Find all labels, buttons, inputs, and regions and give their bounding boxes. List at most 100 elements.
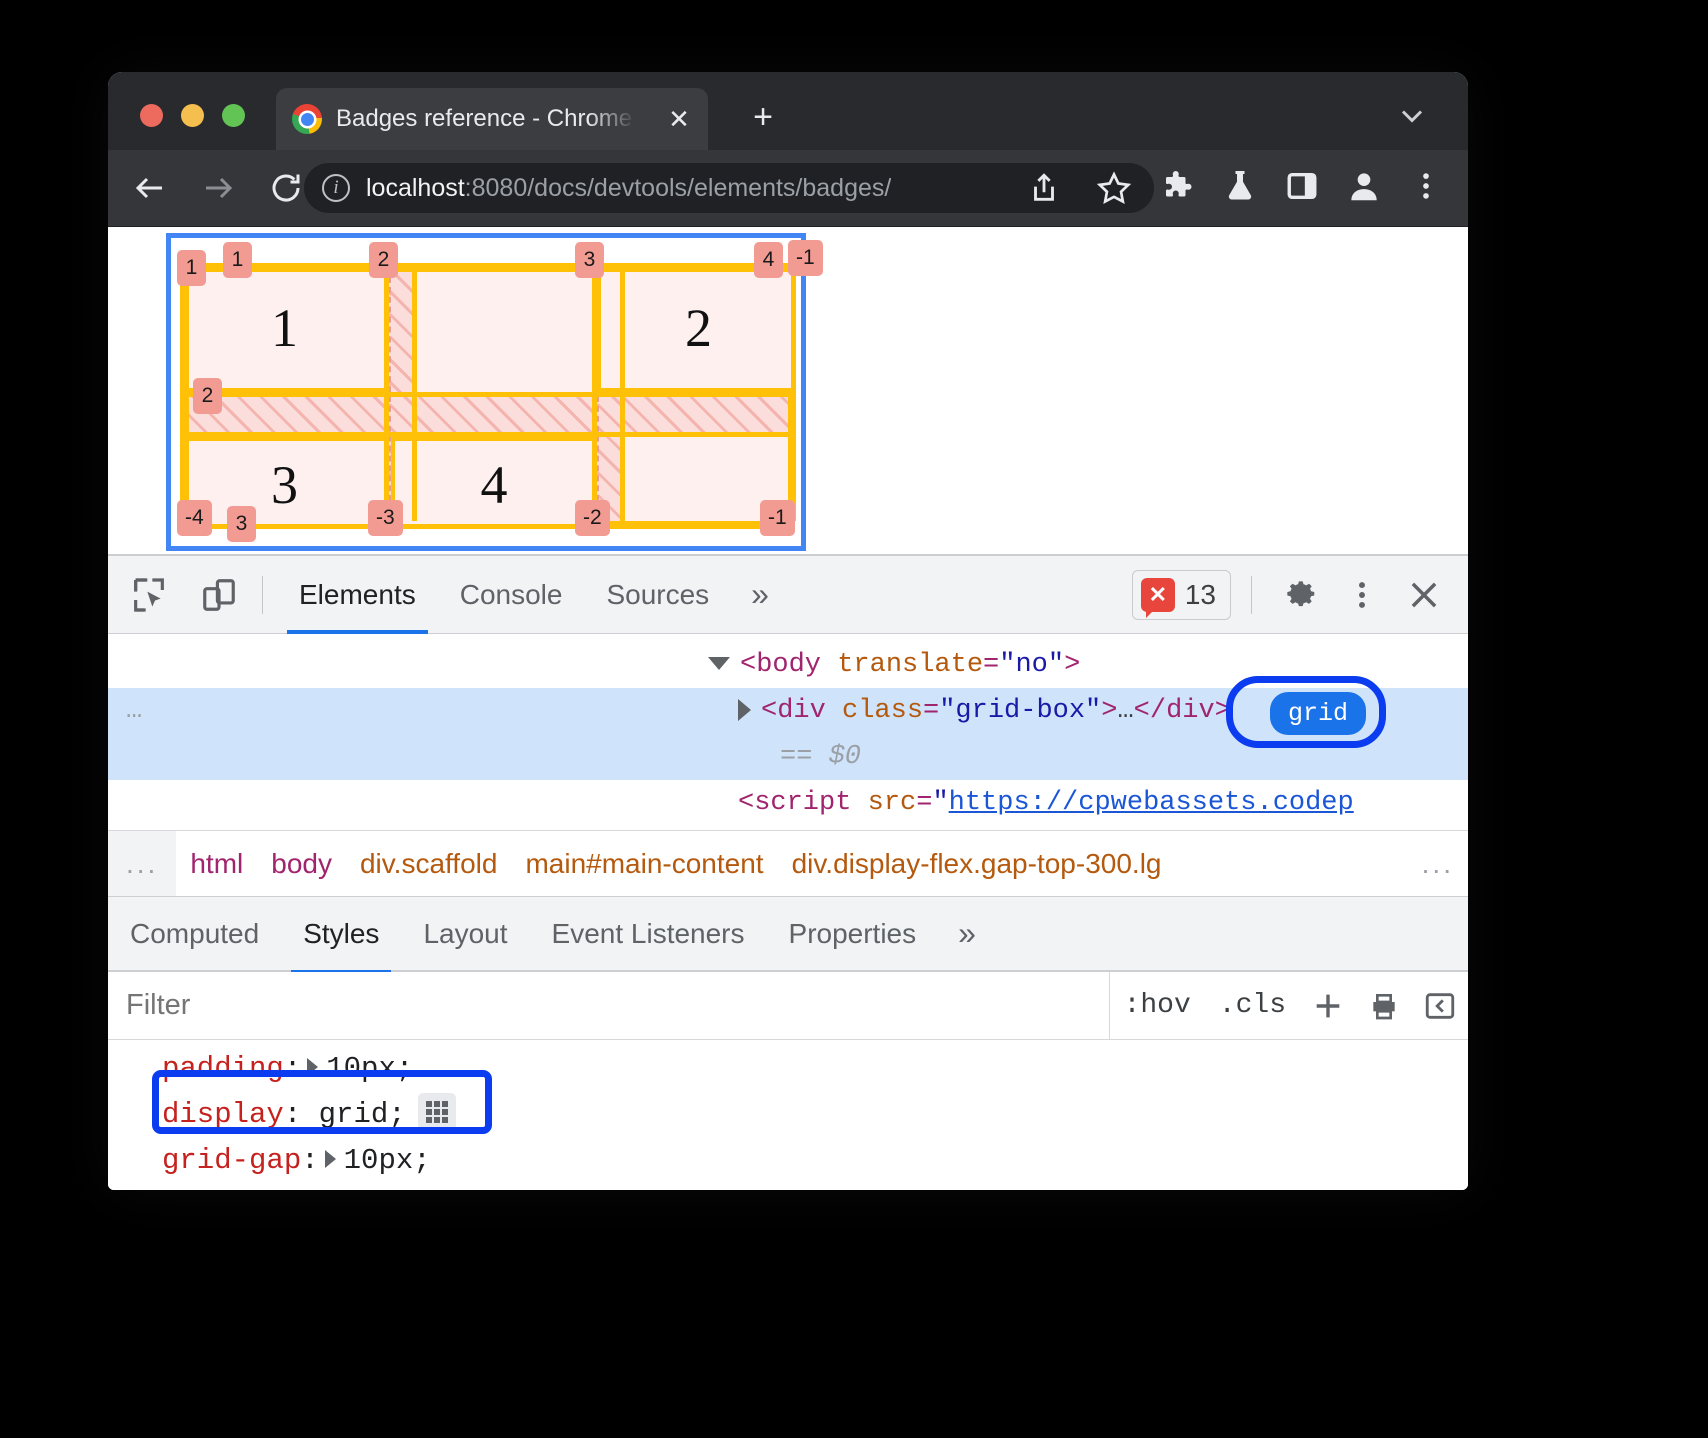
- dom-attr-quote: ": [932, 788, 948, 818]
- css-declaration-padding[interactable]: padding:10px;: [108, 1046, 1468, 1092]
- dom-row-grid-box[interactable]: …<div class="grid-box">…</div>: [108, 688, 1468, 734]
- css-property-value[interactable]: 10px;: [326, 1052, 413, 1085]
- three-dot-menu-icon[interactable]: [1334, 567, 1390, 623]
- error-x-icon: ✕: [1141, 578, 1175, 612]
- dom-row-body[interactable]: <body translate="no">: [108, 642, 1468, 688]
- filter-input[interactable]: [108, 989, 1109, 1022]
- tab-console[interactable]: Console: [438, 556, 585, 634]
- css-property-value[interactable]: 10px;: [344, 1144, 431, 1177]
- css-rules-pane: padding:10px; display: grid; grid-gap:10…: [108, 1040, 1468, 1186]
- breadcrumb-overflow-right[interactable]: ...: [1408, 848, 1468, 880]
- url-path: :8080/docs/devtools/elements/badges/: [465, 174, 892, 202]
- dom-attr-value: "grid-box": [939, 696, 1101, 726]
- side-panel-icon[interactable]: [1278, 162, 1326, 210]
- breadcrumb-item-div-scaffold[interactable]: div.scaffold: [346, 848, 511, 880]
- breadcrumb: ... html body div.scaffold main#main-con…: [108, 830, 1468, 896]
- device-toolbar-icon[interactable]: [190, 566, 248, 624]
- breadcrumb-item-body[interactable]: body: [257, 848, 346, 880]
- tab-title: Badges reference - Chrome De: [336, 105, 636, 133]
- css-property-value[interactable]: grid;: [319, 1098, 406, 1131]
- toolbar-icons: [1154, 162, 1450, 210]
- address-bar[interactable]: i localhost:8080/docs/devtools/elements/…: [304, 163, 1154, 213]
- window-traffic-lights: [140, 104, 245, 127]
- chrome-logo-icon: [292, 104, 322, 134]
- triangle-right-icon[interactable]: [325, 1150, 336, 1168]
- grid-line-bottom: [184, 524, 788, 529]
- tab-sources[interactable]: Sources: [584, 556, 731, 634]
- tab-properties[interactable]: Properties: [767, 896, 939, 972]
- more-tabs-icon[interactable]: »: [938, 915, 996, 952]
- error-count-badge[interactable]: ✕ 13: [1132, 570, 1231, 620]
- dom-collapsed-ellipsis[interactable]: …: [1117, 696, 1133, 726]
- profile-avatar-icon[interactable]: [1340, 162, 1388, 210]
- minimize-window-button[interactable]: [181, 104, 204, 127]
- tab-elements[interactable]: Elements: [277, 556, 438, 634]
- css-declaration-display[interactable]: display: grid;: [108, 1092, 1468, 1138]
- back-arrow-icon[interactable]: [124, 162, 176, 214]
- dom-attr-name: class: [826, 696, 923, 726]
- new-style-rule-icon[interactable]: [1300, 972, 1356, 1040]
- browser-tab[interactable]: Badges reference - Chrome De ✕: [276, 88, 708, 150]
- grid-line-col1: [184, 267, 189, 521]
- forward-arrow-icon[interactable]: [192, 162, 244, 214]
- toggle-sidebar-icon[interactable]: [1412, 972, 1468, 1040]
- new-tab-button[interactable]: +: [740, 94, 786, 140]
- breadcrumb-item-html[interactable]: html: [176, 848, 257, 880]
- tab-event-listeners[interactable]: Event Listeners: [530, 896, 767, 972]
- grid-line-col3b: [620, 267, 625, 521]
- styles-filter-actions: :hov .cls: [1109, 972, 1468, 1040]
- grid-line-label: -2: [575, 500, 610, 536]
- css-declaration-grid-template-columns[interactable]: grid-template-columns: 100px 100px 100px…: [108, 1184, 1468, 1186]
- share-icon[interactable]: [1020, 164, 1068, 212]
- css-property-name: padding: [162, 1052, 284, 1085]
- close-window-button[interactable]: [140, 104, 163, 127]
- cls-toggle[interactable]: .cls: [1205, 972, 1300, 1040]
- close-icon[interactable]: ✕: [664, 104, 694, 134]
- dom-script-src-link[interactable]: https://cpwebassets.codep: [949, 788, 1354, 818]
- hov-toggle[interactable]: :hov: [1110, 972, 1205, 1040]
- tab-layout[interactable]: Layout: [401, 896, 529, 972]
- grid-line-label: -1: [760, 500, 795, 536]
- three-dot-menu-icon[interactable]: [1402, 162, 1450, 210]
- dom-row-script[interactable]: <script src="https://cpwebassets.codep: [108, 780, 1468, 826]
- close-icon[interactable]: [1396, 567, 1452, 623]
- breadcrumb-overflow-left[interactable]: ...: [108, 831, 176, 897]
- inspect-cursor-icon[interactable]: [120, 566, 178, 624]
- flask-icon[interactable]: [1216, 162, 1264, 210]
- dom-attr-eq: =: [923, 696, 939, 726]
- grid-badge[interactable]: grid: [1270, 692, 1366, 735]
- dom-dollar-zero: $0: [829, 742, 861, 772]
- tab-computed[interactable]: Computed: [108, 896, 281, 972]
- maximize-window-button[interactable]: [222, 104, 245, 127]
- dom-tag: <div: [761, 696, 826, 726]
- grid-line-col2a: [384, 267, 389, 521]
- triangle-right-icon[interactable]: [738, 699, 751, 721]
- print-media-icon[interactable]: [1356, 972, 1412, 1040]
- more-tabs-icon[interactable]: »: [731, 556, 789, 634]
- tab-styles[interactable]: Styles: [281, 896, 401, 972]
- toolbar-divider: [1251, 576, 1252, 614]
- browser-window: Badges reference - Chrome De ✕ + i local…: [108, 72, 1468, 1190]
- grid-overlay-toggle-icon[interactable]: [418, 1093, 456, 1131]
- triangle-down-icon[interactable]: [708, 657, 730, 670]
- css-property-name: grid-gap: [162, 1144, 301, 1177]
- dom-tree: <body translate="no"> … <div class="grid-…: [108, 634, 1468, 830]
- grid-line-label: 4: [754, 242, 783, 278]
- css-declaration-grid-gap[interactable]: grid-gap:10px;: [108, 1138, 1468, 1184]
- dom-tag: <body: [740, 650, 821, 680]
- grid-line-col2b: [412, 267, 417, 521]
- site-info-icon[interactable]: i: [322, 174, 350, 202]
- grid-cell: 2: [597, 267, 796, 392]
- gear-icon[interactable]: [1272, 567, 1328, 623]
- breadcrumb-item-main-content[interactable]: main#main-content: [511, 848, 777, 880]
- star-icon[interactable]: [1090, 164, 1138, 212]
- omnibox-actions: [1020, 163, 1138, 213]
- chevron-down-icon[interactable]: [1394, 98, 1430, 134]
- page-viewport: 1 2 3 4: [108, 226, 1468, 566]
- dom-gutter-ellipsis: …: [126, 688, 144, 734]
- triangle-right-icon[interactable]: [307, 1058, 318, 1076]
- browser-toolbar: i localhost:8080/docs/devtools/elements/…: [108, 150, 1468, 226]
- breadcrumb-item-div-display-flex[interactable]: div.display-flex.gap-top-300.lg: [778, 848, 1176, 880]
- devtools-panel: Elements Console Sources » ✕ 13: [108, 554, 1468, 1190]
- puzzle-icon[interactable]: [1154, 162, 1202, 210]
